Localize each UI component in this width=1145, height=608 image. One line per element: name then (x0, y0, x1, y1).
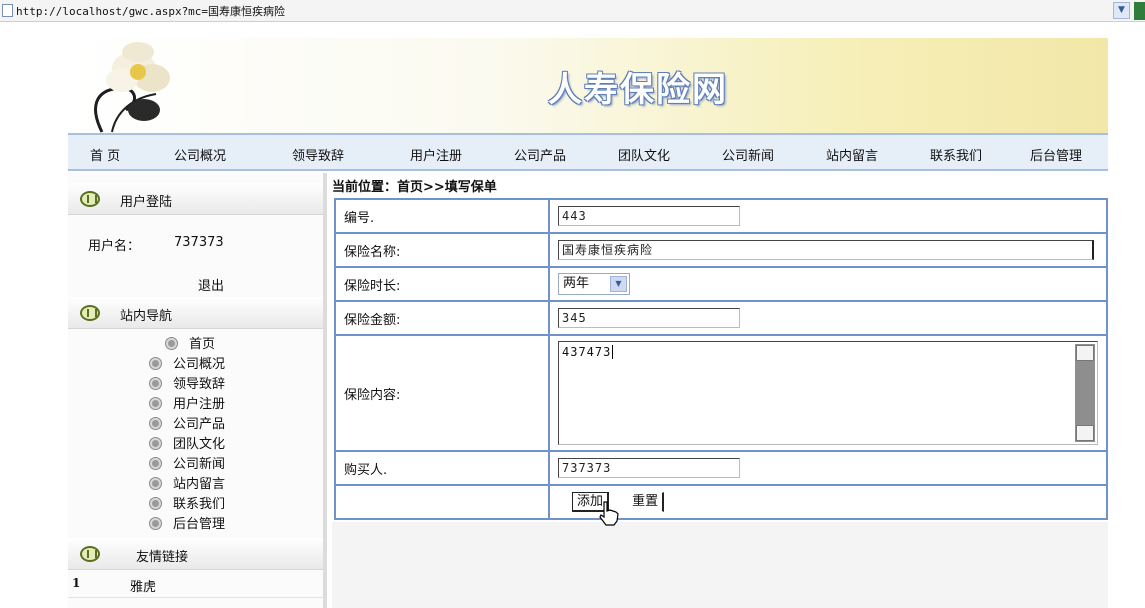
flower-logo-icon (94, 42, 170, 133)
nav-company[interactable]: 公司概况 (174, 145, 226, 164)
sidebar-item-culture[interactable]: 团队文化 (150, 433, 225, 452)
nav-news[interactable]: 公司新闻 (722, 145, 774, 164)
logout-link[interactable]: 退出 (198, 275, 224, 294)
bullet-icon (150, 398, 161, 409)
form-row-id: 编号. 443 (334, 198, 1108, 234)
content-textarea[interactable]: 437473 (558, 341, 1098, 445)
form-row-content: 保险内容: 437473 (334, 334, 1108, 452)
content-label: 保险内容: (334, 334, 550, 452)
breadcrumb: 当前位置：首页>>填写保单 (332, 180, 497, 195)
address-bar: http://localhost/gwc.aspx?mc=国寿康恒疾病险 ▼ (0, 0, 1145, 22)
links-box-title: 友情链接 (136, 550, 189, 565)
form-row-actions: 添加 重置 (334, 484, 1108, 520)
nav-leader[interactable]: 领导致辞 (292, 145, 344, 164)
book-icon (80, 191, 100, 207)
nav-products[interactable]: 公司产品 (514, 145, 566, 164)
sidebar-divider (323, 173, 327, 608)
id-input[interactable]: 443 (558, 206, 740, 226)
username-label: 用户名： (88, 239, 141, 254)
name-input[interactable]: 国寿康恒疾病险 (558, 240, 1094, 260)
bullet-icon (150, 438, 161, 449)
content-value: 437473 (562, 345, 612, 359)
nav-message[interactable]: 站内留言 (826, 145, 878, 164)
id-label: 编号. (334, 198, 550, 234)
scroll-down-button[interactable] (1076, 425, 1094, 441)
top-nav: 首 页 公司概况 领导致辞 用户注册 公司产品 团队文化 公司新闻 站内留言 联… (68, 133, 1108, 171)
amount-label: 保险金额: (334, 300, 550, 336)
left-sidebar: 用户登陆 用户名： 737373 退出 站内导航 首页 公司概况 领导致辞 用户… (68, 173, 324, 608)
chevron-down-icon[interactable]: ▼ (1113, 2, 1130, 19)
site-banner: 人寿保险网 (68, 38, 1108, 134)
sidebar-item-message[interactable]: 站内留言 (150, 473, 225, 492)
name-label: 保险名称: (334, 232, 550, 268)
buyer-input[interactable]: 737373 (558, 458, 740, 478)
site-title: 人寿保险网 (548, 70, 728, 110)
bullet-icon (150, 358, 161, 369)
site-nav-header: 站内导航 (68, 297, 324, 329)
sidebar-item-register[interactable]: 用户注册 (150, 393, 225, 412)
duration-select[interactable]: 两年 ▼ (558, 273, 630, 295)
buyer-label: 购买人. (334, 450, 550, 486)
nav-home[interactable]: 首 页 (90, 145, 120, 164)
form-row-name: 保险名称: 国寿康恒疾病险 (334, 232, 1108, 268)
go-icon[interactable] (1134, 2, 1145, 20)
link-number: 1 (72, 576, 81, 590)
sidebar-item-company[interactable]: 公司概况 (150, 353, 225, 372)
form-row-buyer: 购买人. 737373 (334, 450, 1108, 486)
nav-culture[interactable]: 团队文化 (618, 145, 670, 164)
list-item[interactable]: 1 雅虎 (68, 570, 324, 598)
book-icon (80, 546, 100, 562)
bullet-icon (150, 478, 161, 489)
url-field[interactable]: http://localhost/gwc.aspx?mc=国寿康恒疾病险 (16, 3, 285, 19)
sidebar-item-home[interactable]: 首页 (166, 333, 215, 352)
links-box-header: 友情链接 (68, 538, 324, 570)
bullet-icon (150, 498, 161, 509)
form-row-amount: 保险金额: 345 (334, 300, 1108, 336)
bullet-icon (150, 518, 161, 529)
hand-cursor-icon (599, 501, 619, 526)
book-icon (80, 305, 100, 321)
bullet-icon (150, 458, 161, 469)
nav-contact[interactable]: 联系我们 (930, 145, 982, 164)
main-footer-area (332, 522, 1108, 608)
login-box-header: 用户登陆 (68, 183, 324, 215)
text-caret (612, 345, 614, 359)
duration-value: 两年 (563, 276, 590, 291)
sidebar-item-products[interactable]: 公司产品 (150, 413, 225, 432)
sidebar-item-leader[interactable]: 领导致辞 (150, 373, 225, 392)
login-box-title: 用户登陆 (120, 195, 173, 210)
policy-form: 编号. 443 保险名称: 国寿康恒疾病险 保险时长: 两年 ▼ 保险金额: 34… (334, 198, 1108, 520)
username-value: 737373 (174, 235, 224, 250)
chevron-down-icon[interactable]: ▼ (610, 276, 627, 292)
vertical-scrollbar[interactable] (1075, 344, 1095, 442)
duration-label: 保险时长: (334, 266, 550, 302)
nav-admin[interactable]: 后台管理 (1030, 145, 1082, 164)
form-row-duration: 保险时长: 两年 ▼ (334, 266, 1108, 302)
page-icon (2, 4, 13, 17)
amount-input[interactable]: 345 (558, 308, 740, 328)
bullet-icon (150, 418, 161, 429)
nav-register[interactable]: 用户注册 (410, 145, 462, 164)
sidebar-item-contact[interactable]: 联系我们 (150, 493, 225, 512)
reset-button[interactable]: 重置 (627, 492, 665, 512)
site-nav-title: 站内导航 (120, 309, 173, 324)
sidebar-item-admin[interactable]: 后台管理 (150, 513, 225, 532)
sidebar-item-news[interactable]: 公司新闻 (150, 453, 225, 472)
bullet-icon (150, 378, 161, 389)
bullet-icon (166, 338, 177, 349)
link-text[interactable]: 雅虎 (130, 576, 156, 595)
scroll-up-button[interactable] (1076, 345, 1094, 361)
